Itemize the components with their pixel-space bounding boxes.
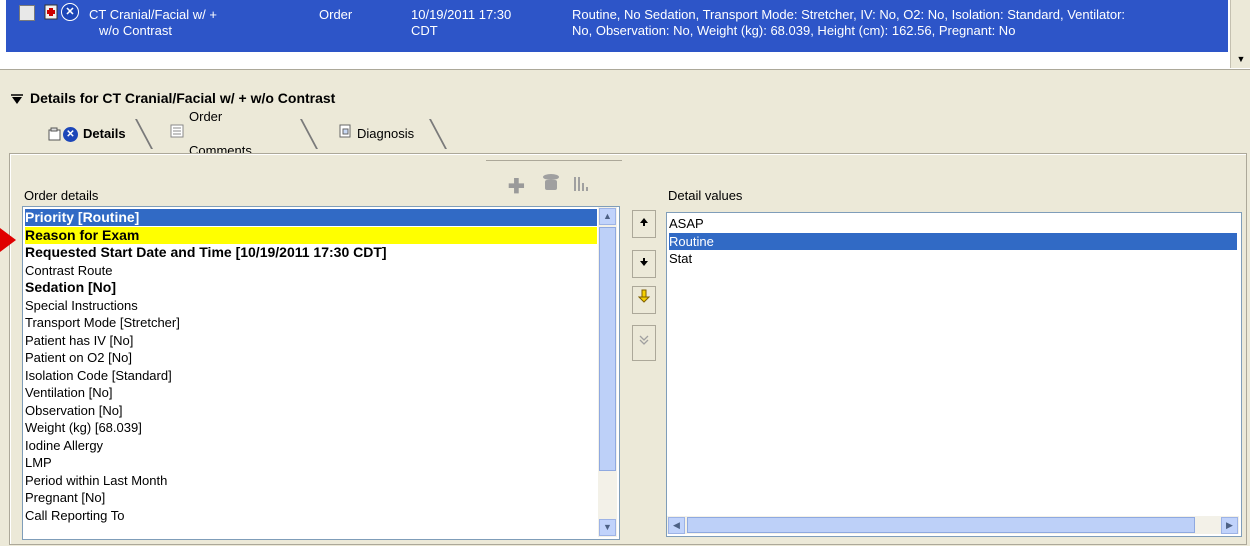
tab-details-label: Details <box>83 126 126 141</box>
order-detail-item[interactable]: Contrast Route <box>25 262 597 279</box>
collapse-triangle-icon[interactable] <box>10 93 24 107</box>
comments-icon <box>170 117 184 151</box>
order-detail-item[interactable]: Ventilation [No] <box>25 384 597 401</box>
phone-icon[interactable] <box>540 172 562 198</box>
detail-values-list[interactable]: ASAP Routine Stat ◀ ▶ <box>666 212 1242 537</box>
order-datetime-line2: CDT <box>411 23 438 38</box>
order-detail-item[interactable]: Iodine Allergy <box>25 437 597 454</box>
order-detail-item[interactable]: Observation [No] <box>25 402 597 419</box>
order-type: Order <box>319 7 353 22</box>
order-detail-item[interactable]: Reason for Exam <box>25 226 597 244</box>
scroll-down-arrow-icon[interactable]: ▼ <box>599 519 616 536</box>
order-list: ✕ CT Cranial/Facial w/ + w/o Contrast Or… <box>0 0 1250 75</box>
detail-values-hscrollbar[interactable]: ◀ ▶ <box>667 516 1239 534</box>
scroll-up-arrow-icon[interactable]: ▲ <box>599 208 616 225</box>
order-details-label: Order details <box>24 188 99 203</box>
order-detail-item[interactable]: Transport Mode [Stretcher] <box>25 314 597 331</box>
order-type-icon <box>42 3 60 21</box>
cancel-x-icon: ✕ <box>61 3 79 21</box>
order-detail-item[interactable]: Special Instructions <box>25 297 597 314</box>
order-summary-line2: No, Observation: No, Weight (kg): 68.039… <box>572 23 1016 38</box>
order-name-line1: CT Cranial/Facial w/ + <box>89 7 217 22</box>
add-icon[interactable]: ✚ <box>508 174 525 199</box>
order-checkbox[interactable] <box>19 5 35 21</box>
order-detail-item[interactable]: Sedation [No] <box>25 279 597 296</box>
order-detail-item[interactable]: Weight (kg) [68.039] <box>25 419 597 436</box>
diagnosis-icon <box>338 117 352 151</box>
order-detail-item[interactable]: Isolation Code [Standard] <box>25 367 597 384</box>
details-icon: ✕ <box>48 126 78 142</box>
move-up-button[interactable] <box>632 210 656 238</box>
scroll-left-arrow-icon[interactable]: ◀ <box>668 517 685 534</box>
order-datetime-line1: 10/19/2011 17:30 <box>411 7 512 22</box>
expand-button[interactable] <box>632 325 656 361</box>
order-row[interactable]: ✕ CT Cranial/Facial w/ + w/o Contrast Or… <box>6 0 1228 52</box>
order-detail-item[interactable]: Priority [Routine] <box>25 209 597 226</box>
detail-values-label: Detail values <box>668 188 743 203</box>
pointer-arrow-icon <box>0 228 16 252</box>
order-name-line2: w/o Contrast <box>99 23 172 38</box>
detail-value-item[interactable]: Stat <box>669 250 1237 267</box>
order-detail-item[interactable]: Period within Last Month <box>25 472 597 489</box>
order-detail-item[interactable]: Requested Start Date and Time [10/19/201… <box>25 244 597 261</box>
order-details-scrollbar[interactable]: ▲ ▼ <box>598 207 617 537</box>
tab-diagnosis-label: Diagnosis <box>357 126 415 141</box>
order-detail-item[interactable]: Call Reporting To <box>25 507 597 524</box>
hscroll-thumb[interactable] <box>687 517 1195 533</box>
order-detail-item[interactable]: LMP <box>25 454 597 471</box>
detail-value-item[interactable]: ASAP <box>669 215 1237 232</box>
order-detail-item[interactable]: Patient has IV [No] <box>25 332 597 349</box>
scroll-down-arrow-icon[interactable]: ▼ <box>1231 50 1250 68</box>
next-required-button[interactable] <box>632 286 656 314</box>
tab-order-comments[interactable]: Order Comments <box>162 109 260 158</box>
detail-value-item[interactable]: Routine <box>669 232 1237 250</box>
move-down-button[interactable] <box>632 250 656 278</box>
scroll-thumb[interactable] <box>599 227 616 471</box>
order-list-scrollbar[interactable]: ▼ <box>1230 0 1250 68</box>
columns-icon[interactable] <box>572 175 592 196</box>
order-detail-item[interactable]: Patient on O2 [No] <box>25 349 597 366</box>
scroll-right-arrow-icon[interactable]: ▶ <box>1221 517 1238 534</box>
order-details-list[interactable]: Priority [Routine] Reason for Exam Request… <box>22 206 620 540</box>
tab-diagnosis[interactable]: Diagnosis <box>330 117 422 151</box>
tab-details[interactable]: ✕ Details <box>40 117 134 151</box>
details-title: Details for CT Cranial/Facial w/ + w/o C… <box>30 90 336 106</box>
order-summary-line1: Routine, No Sedation, Transport Mode: St… <box>572 7 1126 22</box>
order-detail-item[interactable]: Pregnant [No] <box>25 489 597 506</box>
